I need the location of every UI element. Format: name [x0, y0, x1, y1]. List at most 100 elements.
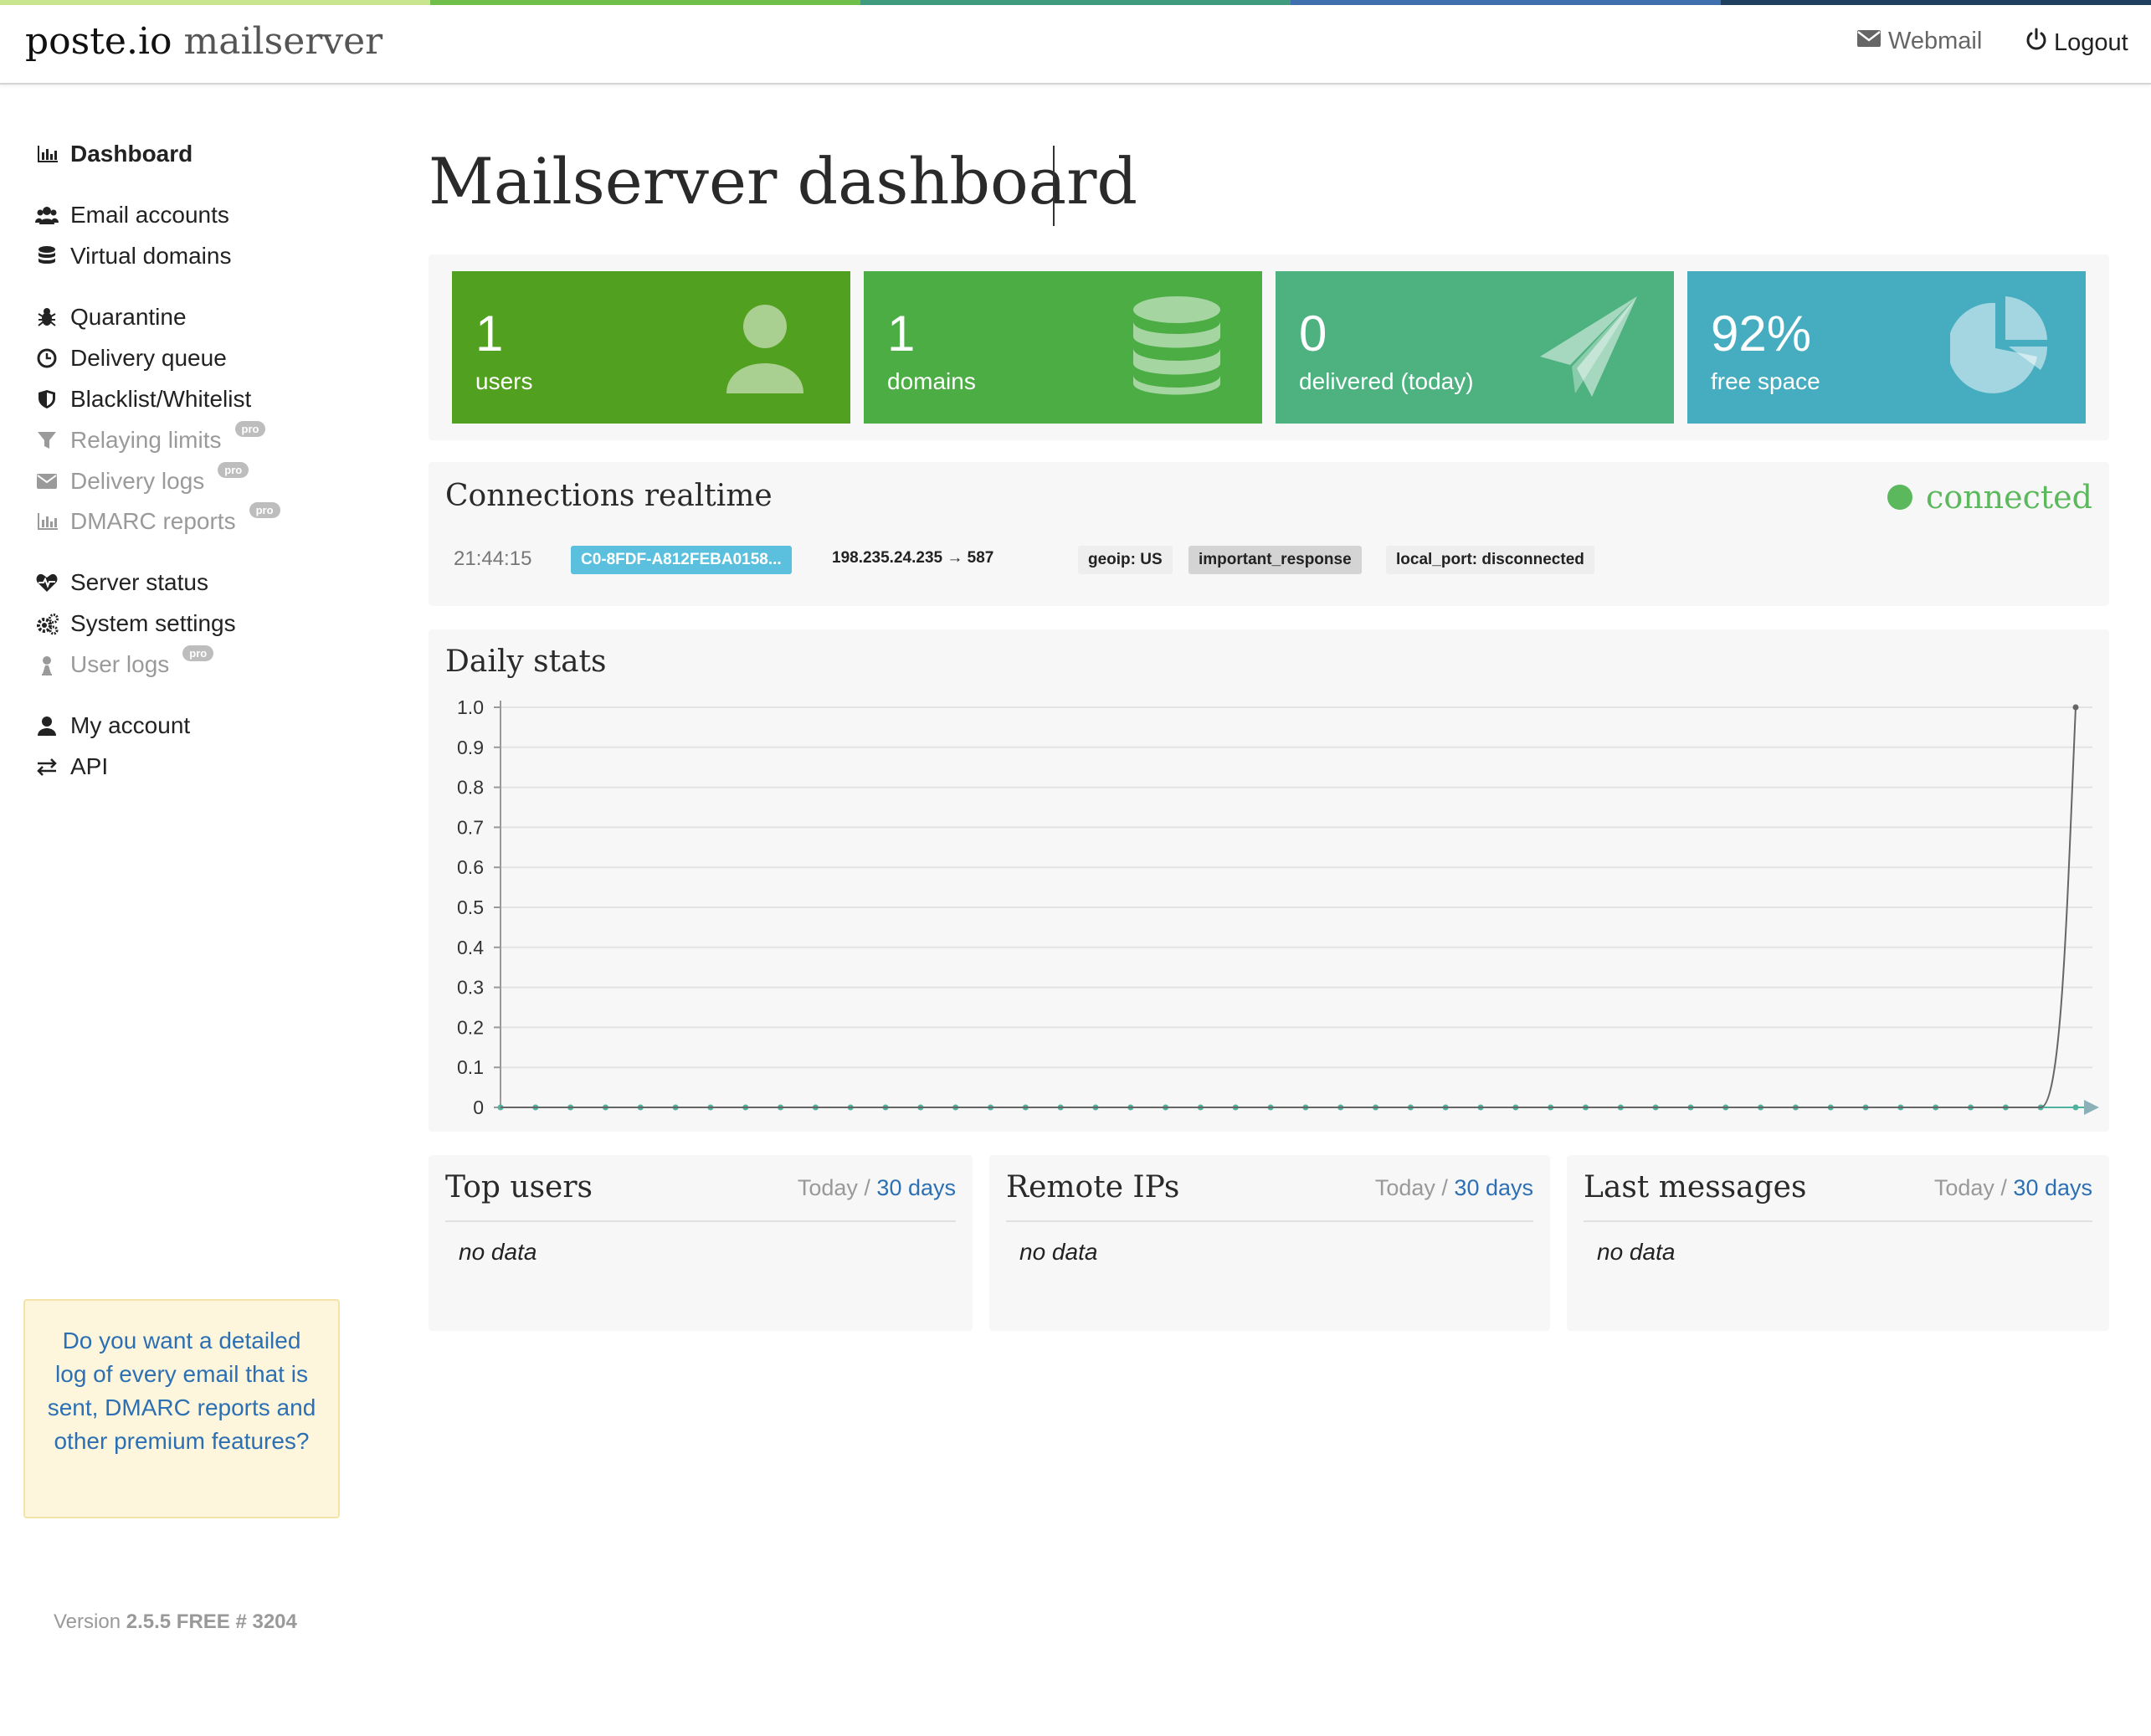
- bar-chart-icon: [33, 508, 60, 535]
- sidebar-item-api[interactable]: API: [33, 753, 108, 780]
- pro-badge: pro: [234, 420, 266, 437]
- sidebar-item-relaying-limits: Relaying limits pro: [33, 420, 266, 454]
- tag-geoip: geoip: US: [1078, 546, 1173, 574]
- sidebar-item-label: Delivery queue: [70, 345, 227, 371]
- last-messages-panel: Last messages Today / 30 days no data: [1567, 1155, 2109, 1331]
- clock-icon: [33, 345, 60, 372]
- connection-route: 198.235.24.235 → 587: [832, 549, 994, 567]
- top-users-title: Top users: [445, 1170, 593, 1204]
- heartbeat-icon: [33, 569, 60, 596]
- connection-status-label: connected: [1926, 479, 2092, 516]
- y-tick-label: 0.9: [457, 737, 484, 758]
- sidebar-item-label: Server status: [70, 569, 208, 595]
- top-users-range: Today / 30 days: [798, 1175, 956, 1201]
- webmail-link[interactable]: Webmail: [1856, 28, 1982, 55]
- range-30-days-link[interactable]: 30 days: [1454, 1175, 1533, 1200]
- brand-logo[interactable]: poste.io mailserver: [25, 20, 382, 63]
- connection-id-badge[interactable]: C0-8FDF-A812FEBA0158...: [571, 546, 792, 574]
- range-today-link[interactable]: Today: [798, 1175, 858, 1200]
- sidebar-item-label: Email accounts: [70, 202, 229, 228]
- y-tick-label: 0.5: [457, 896, 484, 918]
- sidebar-item-label: Delivery logs: [70, 468, 205, 494]
- stat-label: free space: [1711, 368, 1820, 394]
- divider: [1006, 1220, 1533, 1222]
- stat-value: 92%: [1711, 306, 1812, 362]
- data-point: [2072, 704, 2079, 711]
- app-header: poste.io mailserver Webmail Logout: [0, 5, 2151, 85]
- empty-state: no data: [1019, 1239, 1098, 1265]
- stat-tile-domains[interactable]: 1 domains: [864, 271, 1262, 424]
- envelope-icon: [33, 468, 60, 495]
- sidebar-item-label: Virtual domains: [70, 243, 232, 269]
- sidebar-item-dashboard[interactable]: Dashboard: [33, 141, 193, 167]
- shield-icon: [33, 386, 60, 413]
- stats-panel: 1 users 1 domains 0 delivered (today) 92% free …: [429, 254, 2109, 440]
- gears-icon: [33, 610, 60, 637]
- range-separator: /: [1441, 1175, 1448, 1200]
- sidebar-item-my-account[interactable]: My account: [33, 712, 190, 739]
- remote-ips-panel: Remote IPs Today / 30 days no data: [989, 1155, 1550, 1331]
- sidebar-item-label: My account: [70, 712, 191, 738]
- sidebar-item-email-accounts[interactable]: Email accounts: [33, 202, 229, 229]
- tag-local-port: local_port: disconnected: [1386, 546, 1594, 574]
- bar-chart-icon: [33, 141, 60, 167]
- sidebar-item-server-status[interactable]: Server status: [33, 569, 208, 596]
- pie-chart-icon: [1947, 295, 2051, 398]
- divider: [1584, 1220, 2092, 1222]
- sidebar-item-delivery-queue[interactable]: Delivery queue: [33, 345, 227, 372]
- y-tick-label: 0.2: [457, 1016, 484, 1038]
- tag-important-response: important_response: [1188, 546, 1362, 574]
- version-info: Version 2.5.5 FREE # 3204: [54, 1610, 297, 1634]
- brand-sub: mailserver: [183, 20, 383, 63]
- range-today-link[interactable]: Today: [1375, 1175, 1435, 1200]
- y-tick-label: 0.7: [457, 816, 484, 838]
- pro-badge: pro: [249, 501, 280, 518]
- y-tick-label: 0.3: [457, 977, 484, 999]
- user-icon: [715, 295, 815, 398]
- sidebar-item-virtual-domains[interactable]: Virtual domains: [33, 243, 231, 270]
- sidebar-item-system-settings[interactable]: System settings: [33, 610, 236, 637]
- version-value: 2.5.5 FREE # 3204: [126, 1610, 297, 1633]
- pro-badge: pro: [182, 645, 214, 661]
- range-today-link[interactable]: Today: [1934, 1175, 1994, 1200]
- top-users-panel: Top users Today / 30 days no data: [429, 1155, 973, 1331]
- sidebar-item-quarantine[interactable]: Quarantine: [33, 304, 187, 331]
- exchange-icon: [33, 753, 60, 780]
- page-title: Mailserver dashboard: [429, 144, 1138, 218]
- y-tick-label: 0.6: [457, 856, 484, 878]
- premium-promo[interactable]: Do you want a detailed log of every emai…: [23, 1299, 340, 1518]
- envelope-icon: [1856, 28, 1881, 55]
- sidebar-item-label: Relaying limits: [70, 427, 222, 453]
- sidebar-item-label: System settings: [70, 610, 236, 636]
- range-30-days-link[interactable]: 30 days: [2013, 1175, 2092, 1200]
- stat-tile-delivered[interactable]: 0 delivered (today): [1276, 271, 1674, 424]
- status-dot-icon: [1887, 485, 1913, 510]
- database-icon: [1127, 295, 1227, 398]
- logout-link[interactable]: Logout: [2025, 28, 2128, 58]
- sidebar-item-blacklist-whitelist[interactable]: Blacklist/Whitelist: [33, 386, 251, 413]
- remote-ips-range: Today / 30 days: [1375, 1175, 1533, 1201]
- sidebar-item-dmarc-reports: DMARC reports pro: [33, 501, 280, 535]
- logout-label: Logout: [2054, 28, 2128, 56]
- y-tick-label: 0: [473, 1097, 484, 1118]
- empty-state: no data: [1597, 1239, 1676, 1265]
- stat-label: users: [475, 368, 533, 394]
- sidebar-item-delivery-logs: Delivery logs pro: [33, 461, 249, 495]
- last-messages-title: Last messages: [1584, 1170, 1807, 1204]
- paper-plane-icon: [1538, 295, 1639, 398]
- stat-value: 1: [475, 306, 504, 362]
- stat-label: domains: [887, 368, 976, 394]
- stat-tile-users[interactable]: 1 users: [452, 271, 850, 424]
- connections-title: Connections realtime: [445, 479, 773, 513]
- webmail-label: Webmail: [1888, 28, 1983, 54]
- range-30-days-link[interactable]: 30 days: [876, 1175, 956, 1200]
- stat-tile-free[interactable]: 92% free space: [1687, 271, 2086, 424]
- x-axis-arrow-icon: [2084, 1100, 2099, 1115]
- sidebar-item-label: User logs: [70, 651, 170, 677]
- stat-value: 0: [1299, 306, 1327, 362]
- database-icon: [33, 243, 60, 270]
- sidebar-item-user-logs: User logs pro: [33, 645, 214, 678]
- user-icon: [33, 712, 60, 739]
- y-tick-label: 0.4: [457, 937, 484, 958]
- y-tick-label: 0.8: [457, 777, 484, 799]
